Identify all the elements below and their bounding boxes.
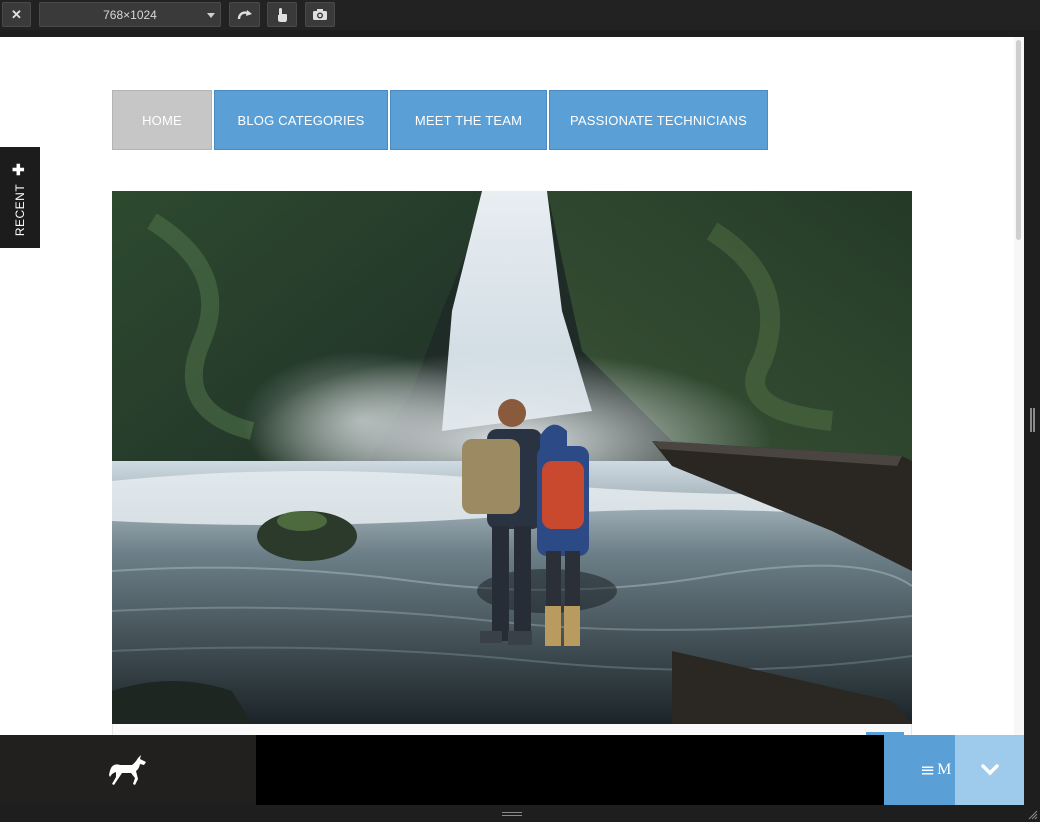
nav-item-label: MEET THE TEAM (414, 112, 523, 128)
menu-button[interactable]: ≡ M (884, 735, 955, 805)
nav-item-home[interactable]: HOME (112, 90, 212, 150)
scrollbar-thumb[interactable] (1016, 40, 1021, 240)
device-viewport: HOME BLOG CATEGORIES MEET THE TEAM PASSI… (0, 37, 1024, 735)
bottom-bar: ≡ M (0, 735, 1024, 805)
rotate-icon (237, 9, 252, 19)
device-size-value: 768×1024 (103, 7, 157, 22)
horse-logo-icon (109, 755, 146, 785)
close-button[interactable]: ✕ (2, 2, 31, 27)
chevron-down-icon (980, 764, 999, 776)
status-bar (0, 805, 1040, 822)
nav-item-passionate-technicians[interactable]: PASSIONATE TECHNICIANS (549, 90, 768, 150)
camera-icon (313, 9, 327, 20)
hero-image (112, 191, 912, 724)
logo-area[interactable] (0, 735, 256, 805)
main-nav: HOME BLOG CATEGORIES MEET THE TEAM PASSI… (112, 90, 768, 150)
nav-item-blog-categories[interactable]: BLOG CATEGORIES (214, 90, 388, 150)
menu-label: M (937, 761, 952, 778)
device-toolbar: ✕ 768×1024 (0, 0, 1040, 30)
touch-icon (278, 7, 287, 22)
corner-resize-icon[interactable] (1028, 810, 1038, 820)
close-icon: ✕ (11, 6, 22, 22)
width-resize-handle[interactable] (1030, 408, 1035, 432)
recent-side-tab[interactable]: ✚ RECENT (0, 147, 40, 248)
post-card-edge (112, 724, 912, 735)
device-size-select[interactable]: 768×1024 (39, 2, 221, 27)
height-resize-handle[interactable] (502, 812, 522, 816)
scroll-down-button[interactable] (955, 735, 1024, 805)
nav-item-meet-the-team[interactable]: MEET THE TEAM (390, 90, 547, 150)
nav-item-label: PASSIONATE TECHNICIANS (569, 112, 748, 128)
rotate-button[interactable] (229, 2, 260, 27)
dropdown-caret-icon (207, 13, 215, 18)
nav-item-label: HOME (142, 112, 182, 128)
nav-item-label: BLOG CATEGORIES (237, 112, 365, 128)
recent-label: RECENT (13, 183, 27, 237)
hamburger-icon: ≡ (920, 759, 936, 781)
plus-icon: ✚ (12, 162, 25, 179)
touch-emulation-button[interactable] (267, 2, 297, 27)
screenshot-button[interactable] (305, 2, 335, 27)
